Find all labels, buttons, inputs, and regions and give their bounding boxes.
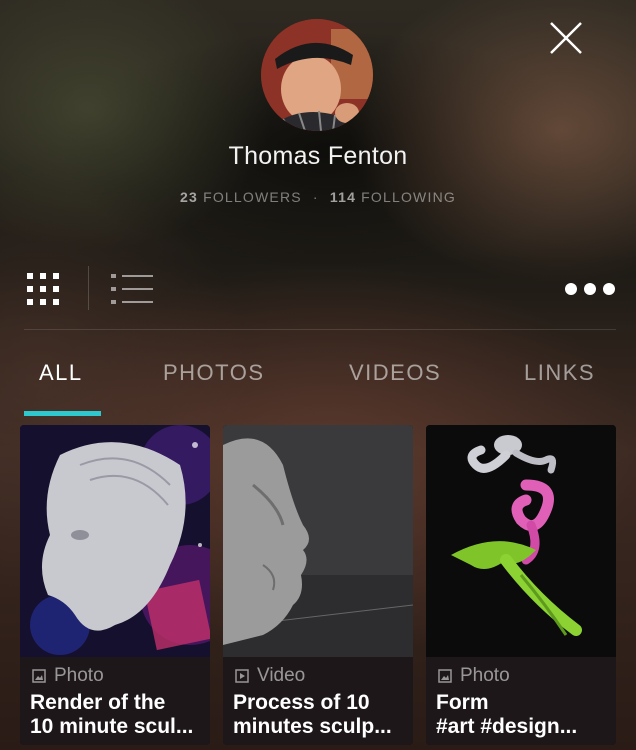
card-thumbnail <box>223 425 413 657</box>
video-icon <box>235 669 249 683</box>
card-thumbnail <box>426 425 616 657</box>
more-options-button[interactable] <box>562 280 618 298</box>
active-tab-indicator <box>24 411 101 416</box>
grid-view-button[interactable] <box>27 273 59 305</box>
card-thumbnail <box>20 425 210 657</box>
card-meta: Photo Form #art #design... <box>426 657 616 745</box>
photo-icon <box>438 669 452 683</box>
grid-view-icon <box>27 273 59 305</box>
card-type-label: Photo <box>54 665 104 686</box>
avatar-image <box>261 19 373 131</box>
avatar[interactable] <box>261 19 373 131</box>
profile-name: Thomas Fenton <box>228 142 408 170</box>
close-button[interactable] <box>548 20 584 56</box>
following-count[interactable]: 114 <box>330 189 356 205</box>
section-divider <box>24 329 616 330</box>
content-card[interactable]: Photo Render of the 10 minute scul... <box>20 425 210 745</box>
tab-links[interactable]: LINKS <box>524 360 595 386</box>
card-meta: Photo Render of the 10 minute scul... <box>20 657 210 745</box>
card-type-label: Video <box>257 665 306 686</box>
card-title: Form #art #design... <box>436 691 578 738</box>
tab-all[interactable]: ALL <box>39 360 83 386</box>
following-label[interactable]: FOLLOWING <box>361 189 456 205</box>
card-type-label: Photo <box>460 665 510 686</box>
follow-stats: 23 FOLLOWERS · 114 FOLLOWING <box>0 189 636 205</box>
toolbar-divider <box>88 266 89 310</box>
tab-videos[interactable]: VIDEOS <box>349 360 441 386</box>
photo-icon <box>32 669 46 683</box>
more-dots-icon <box>565 283 615 295</box>
followers-label[interactable]: FOLLOWERS <box>203 189 302 205</box>
content-card[interactable]: Video Process of 10 minutes sculp... <box>223 425 413 745</box>
card-title: Render of the 10 minute scul... <box>30 691 194 738</box>
content-card[interactable]: Photo Form #art #design... <box>426 425 616 745</box>
list-view-button[interactable] <box>111 273 153 305</box>
list-view-icon <box>111 274 153 304</box>
stats-separator: · <box>312 189 319 205</box>
close-icon <box>550 22 582 54</box>
card-title: Process of 10 minutes sculp... <box>233 691 392 738</box>
tab-photos[interactable]: PHOTOS <box>163 360 265 386</box>
card-meta: Video Process of 10 minutes sculp... <box>223 657 413 745</box>
followers-count[interactable]: 23 <box>180 189 198 205</box>
